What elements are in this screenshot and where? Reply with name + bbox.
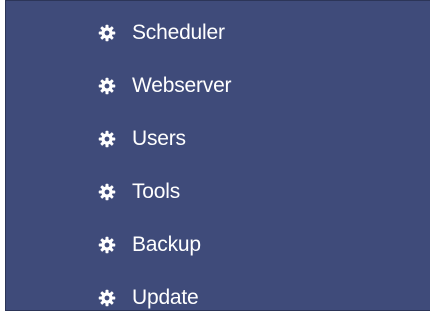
menu-item-backup[interactable]: Backup [98,218,231,271]
menu-item-label: Tools [132,180,181,203]
gear-icon [98,77,116,95]
menu-item-tools[interactable]: Tools [98,165,231,218]
menu-item-update[interactable]: Update [98,271,231,324]
settings-menu-list: Scheduler Webserver Users Tools Backup U… [98,6,232,324]
menu-item-label: Users [132,127,186,150]
menu-item-users[interactable]: Users [98,112,231,165]
menu-item-label: Webserver [132,74,232,97]
gear-icon [98,183,116,201]
menu-item-scheduler[interactable]: Scheduler [98,6,231,59]
menu-item-label: Scheduler [132,21,225,44]
menu-item-label: Update [132,286,199,309]
menu-item-webserver[interactable]: Webserver [98,59,232,112]
gear-icon [98,289,116,307]
settings-menu-panel: Scheduler Webserver Users Tools Backup U… [5,0,430,311]
gear-icon [98,130,116,148]
gear-icon [98,236,116,254]
gear-icon [98,24,116,42]
menu-item-label: Backup [132,233,201,256]
